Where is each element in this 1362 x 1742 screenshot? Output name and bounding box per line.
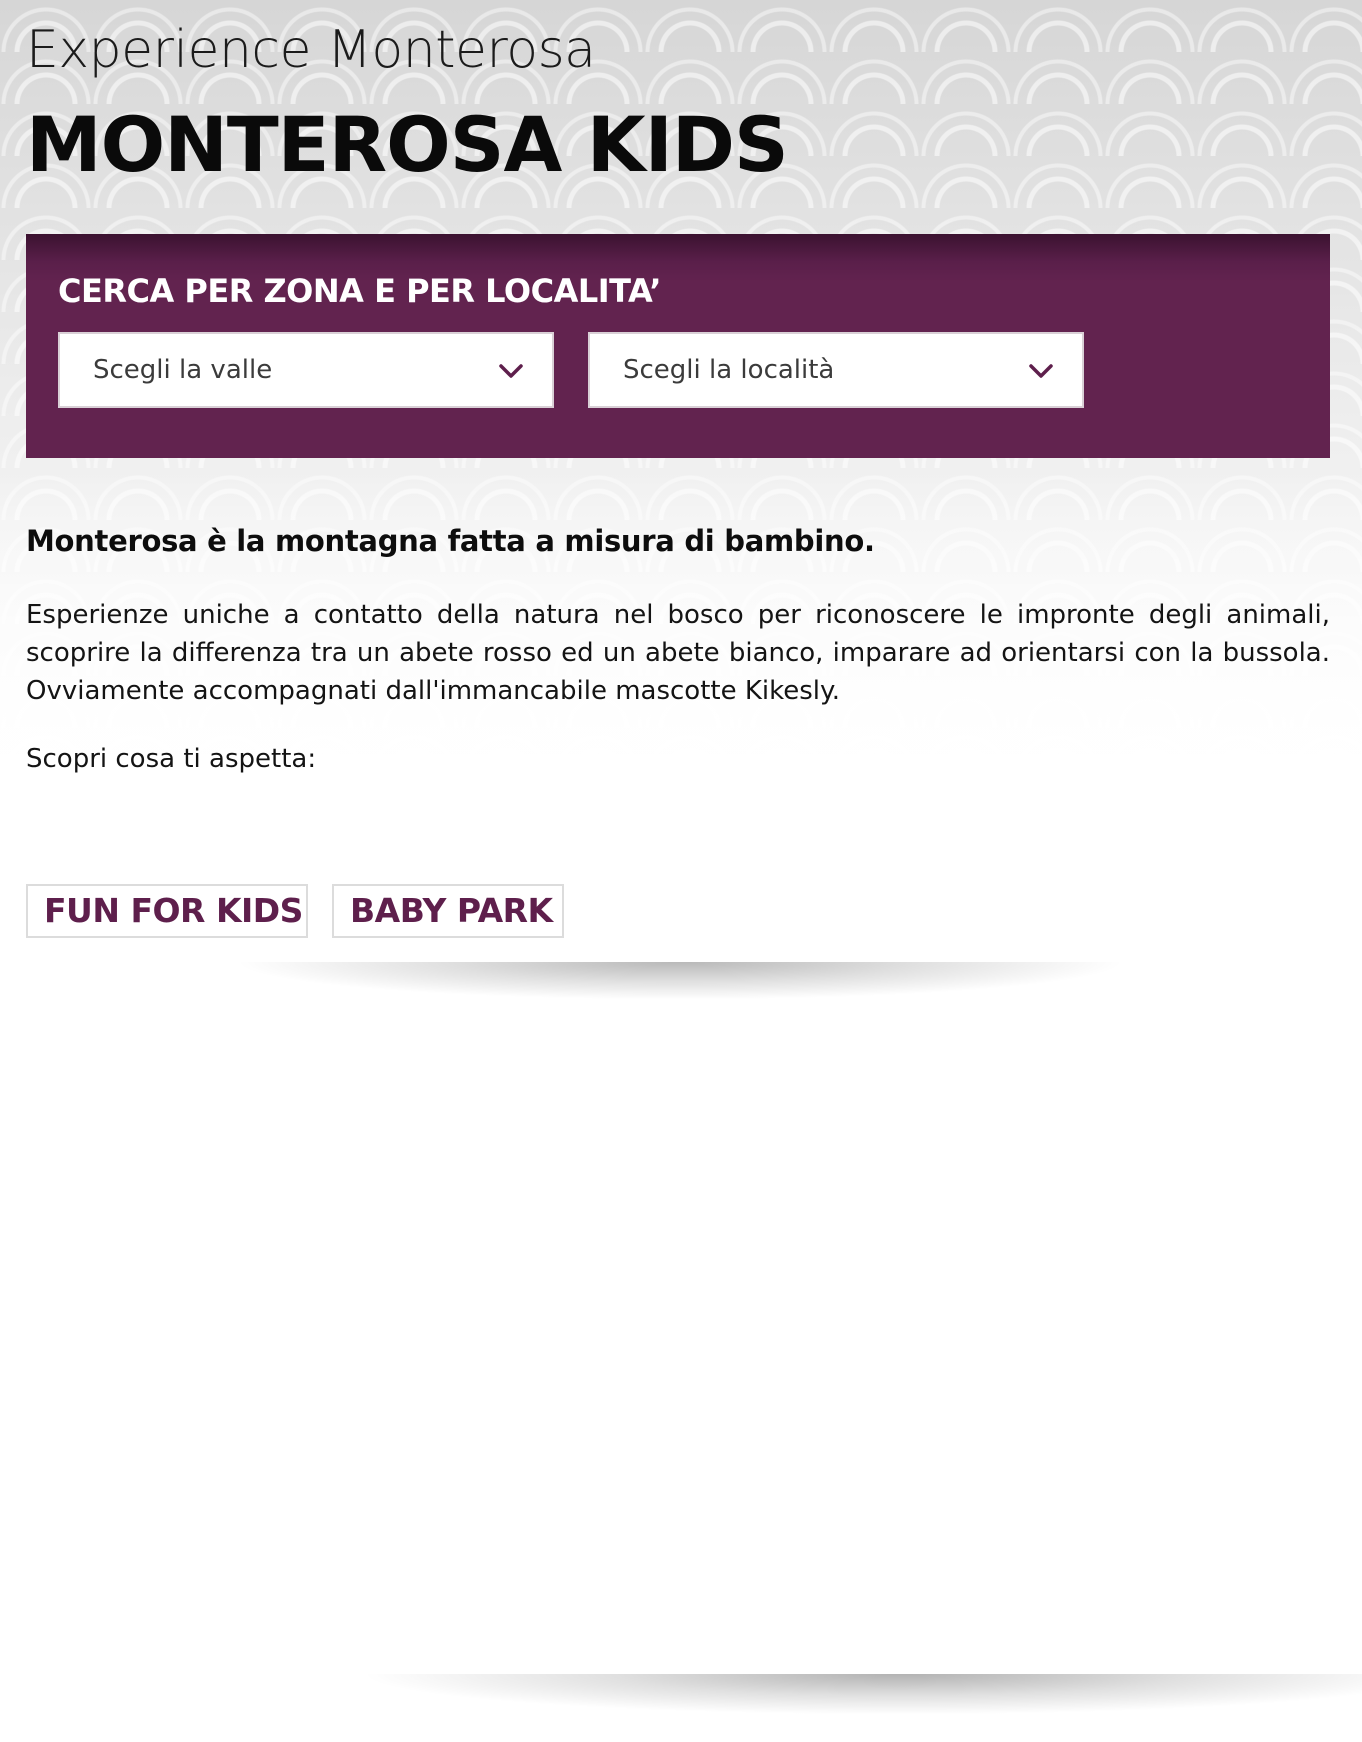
valle-select-value: Scegli la valle xyxy=(93,355,273,385)
intro-cta: Scopri cosa ti aspetta: xyxy=(26,744,317,774)
intro-lead: Monterosa è la montagna fatta a misura d… xyxy=(26,524,875,558)
shadow-divider xyxy=(90,962,1270,1012)
chevron-down-icon xyxy=(499,364,523,378)
shadow-divider-bottom xyxy=(120,1674,1362,1728)
tag-baby-park[interactable]: BABY PARK xyxy=(332,884,564,938)
search-panel: CERCA PER ZONA E PER LOCALITA’ Scegli la… xyxy=(26,234,1330,458)
tag-fun-for-kids[interactable]: FUN FOR KIDS xyxy=(26,884,308,938)
localita-select[interactable]: Scegli la località xyxy=(588,332,1084,408)
search-panel-title: CERCA PER ZONA E PER LOCALITA’ xyxy=(58,272,661,310)
localita-select-value: Scegli la località xyxy=(623,355,835,385)
intro-body: Esperienze uniche a contatto della natur… xyxy=(26,600,1330,706)
section-kicker: Experience Monterosa xyxy=(26,20,596,80)
page-title: MONTEROSA KIDS xyxy=(26,100,789,189)
valle-select[interactable]: Scegli la valle xyxy=(58,332,554,408)
chevron-down-icon xyxy=(1029,364,1053,378)
